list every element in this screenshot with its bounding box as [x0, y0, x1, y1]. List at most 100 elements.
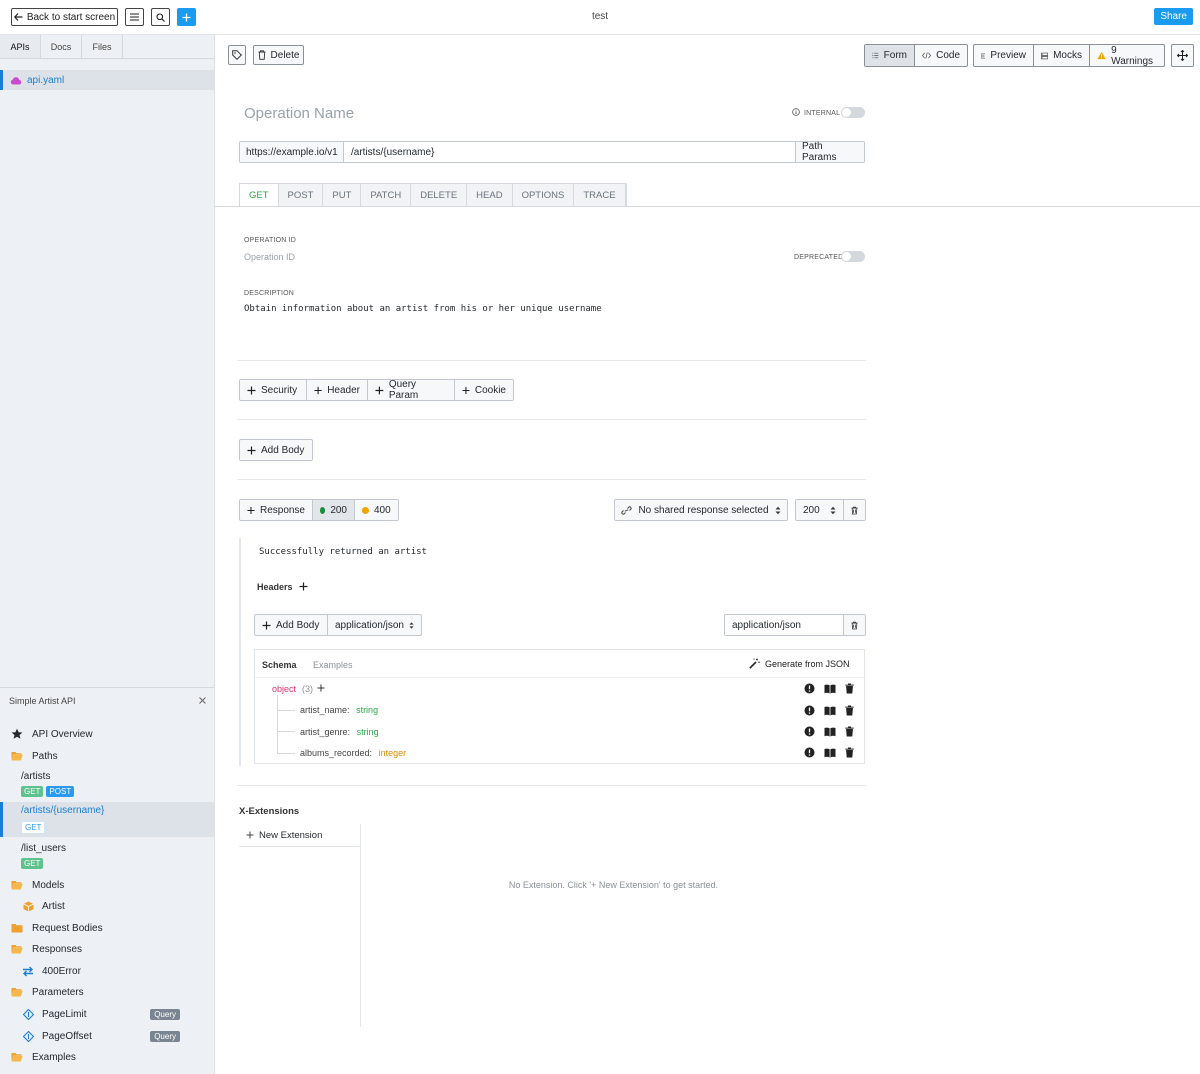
form-button[interactable]: Form	[865, 45, 915, 66]
response-add-body-button[interactable]: Add Body	[255, 615, 328, 635]
path-params-button[interactable]: Path Params	[795, 141, 864, 163]
trash-icon	[258, 50, 266, 60]
tree-label: API Overview	[32, 728, 93, 740]
response-code-select[interactable]: 200	[796, 500, 844, 520]
method-badge-get[interactable]: GET	[21, 858, 44, 869]
tab-examples[interactable]: Examples	[313, 660, 353, 670]
schema-root-type[interactable]: object	[272, 684, 296, 694]
add-property-icon[interactable]	[317, 684, 325, 692]
tab-apis[interactable]: APIs	[0, 35, 41, 58]
method-badge-get[interactable]: GET	[21, 821, 46, 834]
property-type[interactable]: string	[357, 727, 379, 737]
trash-icon[interactable]	[845, 705, 854, 716]
code-button[interactable]: Code	[915, 45, 967, 66]
response-description[interactable]: Successfully returned an artist	[259, 547, 427, 557]
trash-icon[interactable]	[845, 726, 854, 737]
property-type[interactable]: integer	[379, 748, 407, 758]
book-icon[interactable]	[824, 748, 836, 758]
generate-from-json-button[interactable]: Generate from JSON	[749, 658, 850, 669]
book-icon[interactable]	[824, 684, 836, 694]
tab-docs[interactable]: Docs	[41, 35, 82, 58]
required-icon[interactable]	[804, 726, 815, 737]
tree-model-artist[interactable]: Artist	[0, 898, 214, 914]
shared-response-select[interactable]: No shared response selected	[614, 499, 788, 521]
method-badge-post[interactable]: POST	[46, 786, 75, 797]
book-icon[interactable]	[824, 706, 836, 716]
content-type-select[interactable]: application/json	[328, 615, 421, 635]
internal-toggle[interactable]	[841, 107, 865, 118]
method-badge-get[interactable]: GET	[21, 786, 44, 797]
share-button[interactable]: Share	[1154, 8, 1193, 25]
file-item-api-yaml[interactable]: api.yaml	[0, 70, 214, 90]
warnings-button[interactable]: 9 Warnings	[1090, 45, 1164, 67]
response-tab-200[interactable]: 200	[313, 500, 355, 520]
tree-response-400error[interactable]: 400Error	[0, 963, 214, 979]
schema-property-row[interactable]: albums_recorded: integer	[300, 748, 406, 758]
base-url[interactable]: https://example.io/v1	[240, 142, 344, 162]
info-icon	[792, 108, 800, 116]
trash-icon[interactable]	[845, 747, 854, 758]
response-tab-400[interactable]: 400	[355, 500, 398, 520]
headers-label: Headers	[257, 582, 293, 592]
book-icon[interactable]	[824, 727, 836, 737]
required-icon[interactable]	[804, 683, 815, 694]
add-body-button[interactable]: Add Body	[240, 440, 312, 460]
add-header-button[interactable]: Header	[307, 380, 368, 400]
tab-files[interactable]: Files	[82, 35, 123, 58]
property-type[interactable]: string	[356, 705, 378, 715]
add-header-icon[interactable]	[299, 582, 308, 591]
tree-responses[interactable]: Responses	[0, 941, 214, 957]
tree-param-pageoffset[interactable]: PageOffset Query	[0, 1028, 214, 1044]
tree-models[interactable]: Models	[0, 877, 214, 893]
tab-put[interactable]: PUT	[323, 184, 362, 207]
divider	[237, 785, 866, 786]
tab-patch[interactable]: PATCH	[361, 184, 412, 207]
path-input[interactable]: /artists/{username}	[344, 142, 795, 162]
tree-parameters[interactable]: Parameters	[0, 984, 214, 1000]
tab-schema[interactable]: Schema	[262, 660, 297, 670]
top-bar: Back to start screen test Share	[0, 0, 1200, 35]
add-query-param-button[interactable]: Query Param	[368, 379, 455, 401]
trash-icon[interactable]	[845, 683, 854, 694]
tab-head[interactable]: HEAD	[467, 184, 513, 207]
tree-api-overview[interactable]: API Overview	[0, 726, 214, 742]
tab-delete[interactable]: DELETE	[411, 184, 468, 207]
new-extension-button[interactable]: New Extension	[239, 824, 360, 847]
plus-icon	[247, 446, 256, 454]
list-icon	[872, 52, 879, 59]
description-text[interactable]: Obtain information about an artist from …	[244, 304, 602, 314]
plus-icon	[462, 386, 470, 394]
add-cookie-button[interactable]: Cookie	[455, 380, 513, 400]
delete-body-button[interactable]	[844, 615, 865, 635]
delete-response-button[interactable]	[844, 500, 865, 520]
tag-button[interactable]	[228, 45, 246, 65]
tab-options[interactable]: OPTIONS	[512, 184, 575, 207]
operation-id-input[interactable]: Operation ID	[244, 252, 295, 262]
operation-name-input[interactable]: Operation Name	[244, 105, 354, 122]
plus-icon	[247, 506, 255, 514]
tree-path-artists[interactable]: /artists	[0, 768, 214, 784]
tab-get[interactable]: GET	[240, 184, 279, 207]
move-button[interactable]	[1171, 44, 1194, 67]
tab-trace[interactable]: TRACE	[574, 184, 626, 207]
tree-param-pagelimit[interactable]: PageLimit Query	[0, 1006, 214, 1022]
tree-request-bodies[interactable]: Request Bodies	[0, 920, 214, 936]
tree-path-list-users[interactable]: /list_users	[0, 840, 214, 856]
preview-button[interactable]: Preview	[974, 45, 1034, 66]
required-icon[interactable]	[804, 705, 815, 716]
tab-post[interactable]: POST	[278, 184, 324, 207]
delete-button[interactable]: Delete	[253, 45, 304, 65]
deprecated-toggle[interactable]	[841, 251, 865, 262]
content-type-input[interactable]: application/json	[725, 615, 844, 635]
schema-property-row[interactable]: artist_genre: string	[300, 727, 379, 737]
add-response-button[interactable]: Response	[240, 500, 313, 520]
mocks-button[interactable]: Mocks	[1034, 45, 1090, 66]
required-icon[interactable]	[804, 747, 815, 758]
tree-path-artists-username[interactable]: /artists/{username} GET	[0, 802, 214, 837]
add-security-button[interactable]: Security	[240, 380, 307, 400]
tree-examples[interactable]: Examples	[0, 1049, 214, 1065]
schema-property-row[interactable]: artist_name: string	[300, 705, 378, 715]
property-name: albums_recorded	[300, 748, 370, 758]
tree-paths[interactable]: Paths	[0, 748, 214, 764]
close-icon[interactable]	[199, 697, 206, 704]
